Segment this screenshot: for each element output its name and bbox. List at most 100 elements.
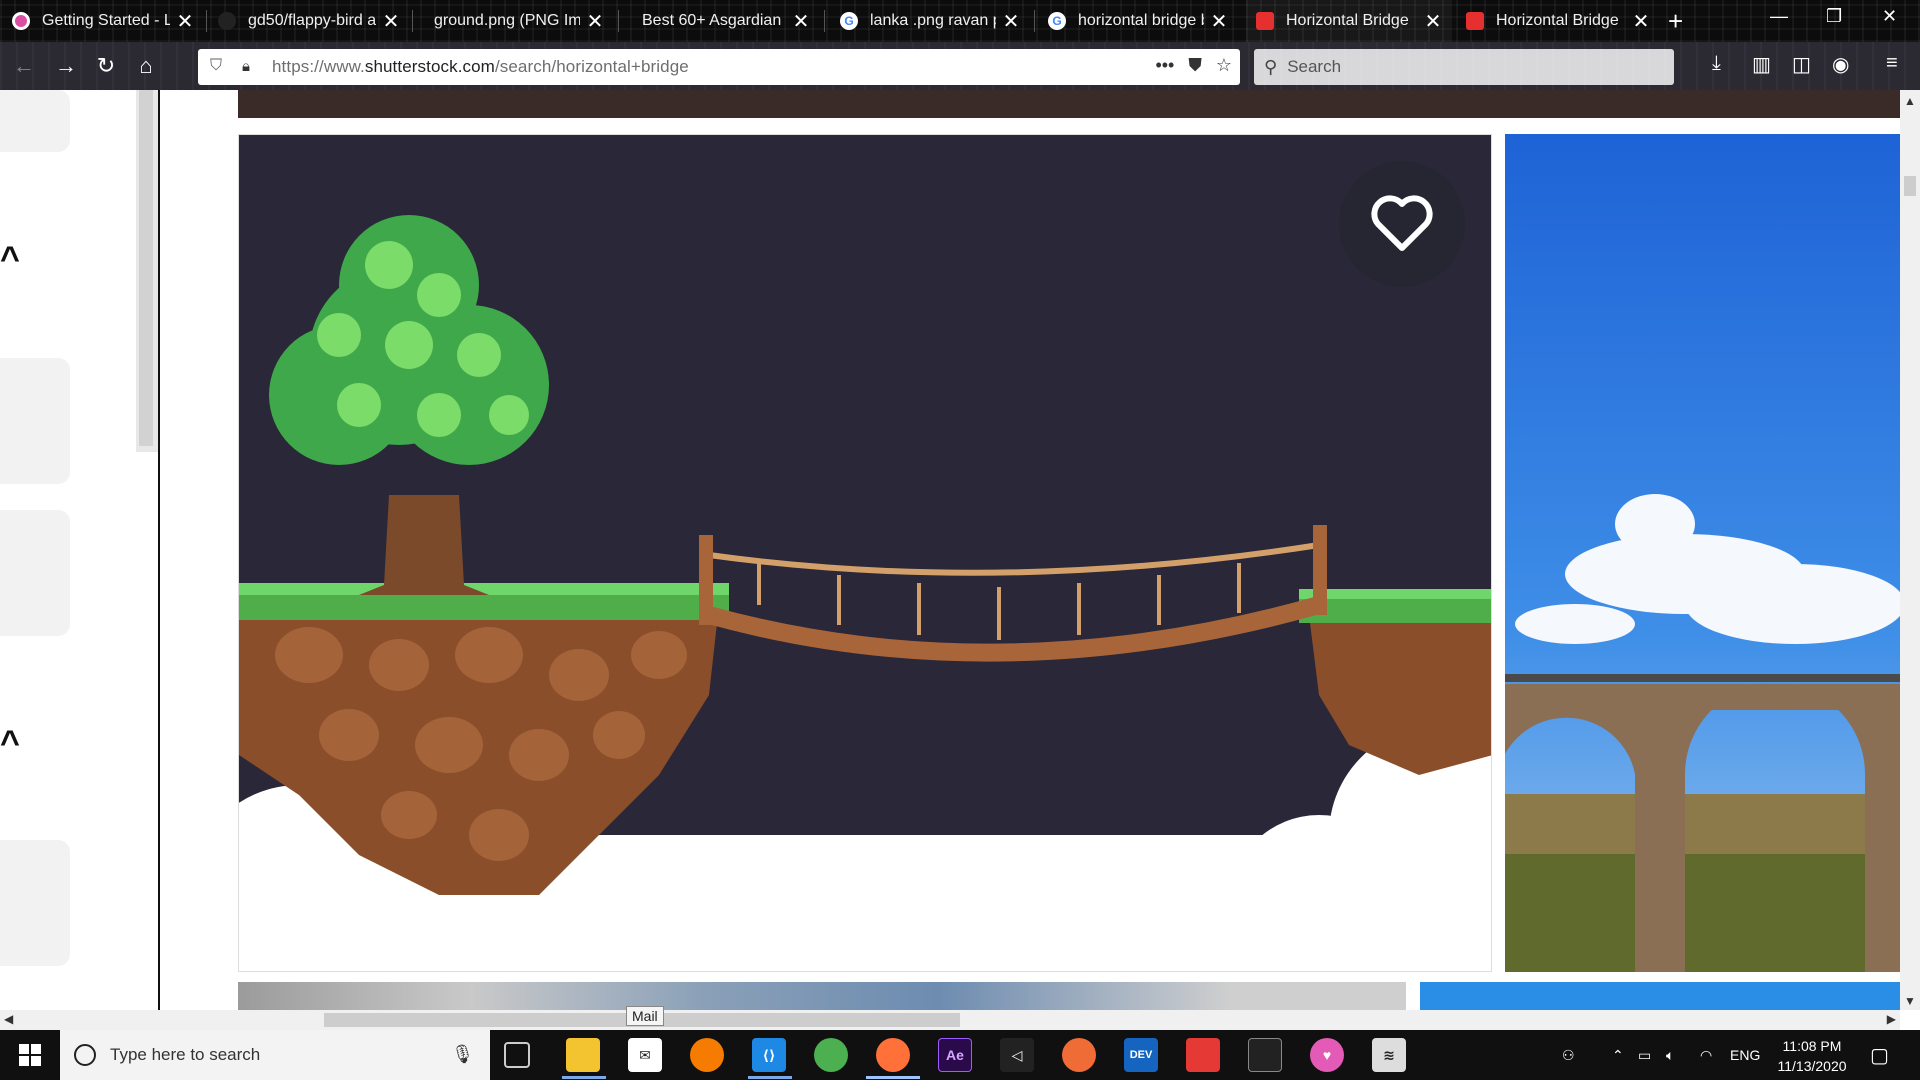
restore-icon[interactable]: ❐	[1826, 6, 1842, 27]
close-icon[interactable]: ✕	[1632, 9, 1650, 34]
image-result-pixel-bridge[interactable]	[238, 134, 1492, 972]
shield-icon[interactable]: ⛉	[210, 57, 228, 77]
battery-icon[interactable]: ▭	[1638, 1030, 1651, 1080]
new-tab-icon[interactable]: +	[1668, 6, 1683, 37]
volume-icon[interactable]: 🔈︎	[1666, 1030, 1674, 1080]
scroll-down-icon[interactable]: ▼	[1904, 994, 1916, 1008]
close-window-icon[interactable]: ✕	[1882, 6, 1897, 27]
more-actions-icon[interactable]: •••	[1155, 55, 1174, 76]
tab-4[interactable]: G lanka .png ravan pa ✕	[830, 0, 1030, 42]
stack-icon[interactable]: ≋	[1372, 1038, 1406, 1072]
heart-favorite-button[interactable]	[1339, 161, 1465, 287]
tab-title: lanka .png ravan pa	[870, 12, 996, 29]
url-text[interactable]: https://www.shutterstock.com/search/hori…	[272, 57, 689, 77]
close-icon[interactable]: ✕	[1210, 9, 1228, 34]
tab-title: horizontal bridge b	[1078, 12, 1204, 29]
tray-expand-icon[interactable]: ⌃	[1612, 1030, 1624, 1080]
tab-6-active[interactable]: Horizontal Bridge ✕	[1246, 0, 1452, 42]
language-indicator[interactable]: ENG	[1730, 1030, 1760, 1080]
unity-icon[interactable]: ◁	[1000, 1038, 1034, 1072]
sidebar-toggle-icon[interactable]: ◫	[1792, 52, 1811, 77]
tab-1[interactable]: gd50/flappy-bird at ✕	[208, 0, 410, 42]
forward-icon[interactable]: →	[50, 50, 82, 82]
library-icon[interactable]: ▥	[1752, 52, 1771, 77]
tab-title: Getting Started - LO	[42, 12, 170, 29]
close-icon[interactable]: ✕	[1002, 9, 1020, 34]
chevron-up-icon[interactable]: ^	[0, 724, 20, 763]
tab-3[interactable]: Best 60+ Asgardian Bac ✕	[620, 0, 820, 42]
dev-icon[interactable]: DEV	[1124, 1038, 1158, 1072]
image-result-partial[interactable]	[238, 982, 1406, 1010]
nav-bar: ← → ↻ ⌂ ⛉ 🔒︎ https://www.shutterstock.co…	[0, 42, 1920, 90]
bookmark-star-icon[interactable]: ☆	[1216, 55, 1232, 76]
menu-icon[interactable]: ≡	[1886, 52, 1898, 75]
clock-date: 11/13/2020	[1777, 1058, 1847, 1074]
page-vertical-scrollbar[interactable]: ▲ ▼	[1900, 90, 1920, 1010]
notifications-icon[interactable]: ▢	[1870, 1030, 1889, 1080]
chrome-icon[interactable]	[814, 1038, 848, 1072]
lock-icon[interactable]: 🔒︎	[242, 58, 258, 76]
minimize-icon[interactable]: —	[1770, 6, 1788, 27]
filter-card[interactable]	[0, 90, 70, 152]
scroll-left-icon[interactable]: ◀	[4, 1012, 13, 1026]
filter-card[interactable]	[0, 510, 70, 636]
close-icon[interactable]: ✕	[1424, 9, 1442, 34]
terminal-icon[interactable]	[1248, 1038, 1282, 1072]
search-box[interactable]: ⚲ Search	[1254, 49, 1674, 85]
wifi-icon[interactable]: ◠	[1700, 1030, 1712, 1080]
sidebar-divider	[158, 90, 160, 1010]
firefox-icon[interactable]	[876, 1038, 910, 1072]
scroll-thumb[interactable]	[1904, 176, 1916, 196]
home-icon[interactable]: ⌂	[130, 50, 162, 82]
windows-logo-icon	[19, 1044, 41, 1066]
tab-0[interactable]: Getting Started - LO ✕	[2, 0, 204, 42]
acrobat-icon[interactable]	[1186, 1038, 1220, 1072]
task-view-icon[interactable]	[504, 1042, 530, 1068]
pocket-icon[interactable]: ⛊	[1188, 55, 1202, 76]
microphone-icon[interactable]: 🎙︎	[451, 1044, 474, 1065]
search-placeholder: Search	[1287, 57, 1342, 76]
tab-title: Horizontal Bridge	[1496, 12, 1619, 29]
tab-bar: Getting Started - LO ✕ gd50/flappy-bird …	[0, 0, 1920, 42]
image-result-partial[interactable]	[1420, 982, 1900, 1010]
scroll-right-icon[interactable]: ▶	[1887, 1012, 1896, 1026]
close-icon[interactable]: ✕	[382, 9, 400, 34]
after-effects-icon[interactable]: Ae	[938, 1038, 972, 1072]
mail-icon[interactable]: ✉	[628, 1038, 662, 1072]
page-content: ^ ^	[0, 90, 1920, 1010]
account-icon[interactable]: ◉	[1832, 52, 1849, 77]
taskbar-tooltip: Mail	[626, 1006, 664, 1026]
page-horizontal-scrollbar[interactable]: ◀ ▶	[0, 1010, 1900, 1030]
tab-5[interactable]: G horizontal bridge b ✕	[1038, 0, 1238, 42]
app-heart-icon[interactable]: ♥	[1310, 1038, 1344, 1072]
close-icon[interactable]: ✕	[586, 9, 604, 34]
tab-2[interactable]: ground.png (PNG Image ✕	[414, 0, 614, 42]
pink-circle-icon	[12, 12, 30, 30]
filter-card[interactable]	[0, 840, 70, 966]
tab-7[interactable]: Horizontal Bridge ✕	[1456, 0, 1660, 42]
image-result-partial[interactable]	[238, 90, 1900, 118]
clock[interactable]: 11:08 PM 11/13/2020	[1764, 1036, 1860, 1076]
file-explorer-icon[interactable]	[566, 1038, 600, 1072]
image-result-viaduct[interactable]	[1505, 134, 1900, 972]
reload-icon[interactable]: ↻	[90, 50, 122, 82]
google-icon: G	[1048, 12, 1066, 30]
downloads-icon[interactable]: ⤓	[1712, 52, 1721, 75]
close-icon[interactable]: ✕	[792, 9, 810, 34]
blender-icon[interactable]	[690, 1038, 724, 1072]
shutterstock-icon	[1256, 12, 1274, 30]
scroll-up-icon[interactable]: ▲	[1904, 94, 1916, 108]
people-icon[interactable]: ⚇	[1562, 1030, 1575, 1080]
sidebar-scrollbar[interactable]	[136, 90, 158, 452]
taskbar-search[interactable]: Type here to search 🎙︎	[60, 1030, 490, 1080]
cortana-icon	[74, 1044, 96, 1066]
close-icon[interactable]: ✕	[176, 9, 194, 34]
clock-time: 11:08 PM	[1782, 1038, 1842, 1054]
filter-card[interactable]	[0, 358, 70, 484]
vscode-icon[interactable]: ⟨⟩	[752, 1038, 786, 1072]
windows-start-button[interactable]	[0, 1030, 60, 1080]
back-icon[interactable]: ←	[8, 50, 40, 82]
postman-icon[interactable]	[1062, 1038, 1096, 1072]
url-bar[interactable]: ⛉ 🔒︎ https://www.shutterstock.com/search…	[198, 49, 1240, 85]
chevron-up-icon[interactable]: ^	[0, 240, 20, 279]
